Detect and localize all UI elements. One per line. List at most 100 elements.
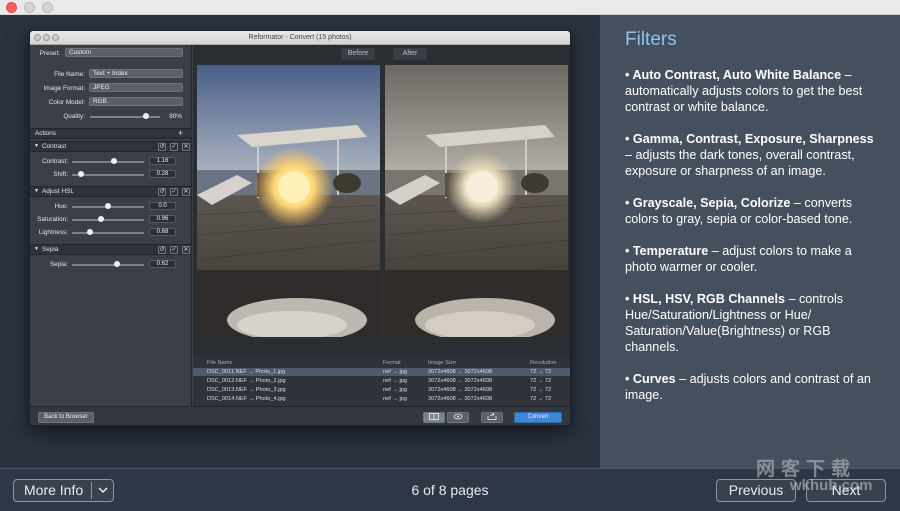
action-control-row: Sepia: 0.62 xyxy=(30,259,192,270)
control-value-stepper[interactable]: 0.28 xyxy=(149,170,176,178)
format-cell: nef → jpg xyxy=(383,378,407,384)
reset-icon[interactable]: ↺ xyxy=(158,143,166,151)
previous-button[interactable]: Previous xyxy=(716,479,796,502)
control-value-stepper[interactable]: 0.0 xyxy=(149,202,176,210)
app-titlebar: Reformator - Convert (15 photos) xyxy=(30,31,570,45)
control-label: Sepia: xyxy=(49,261,68,268)
before-photo xyxy=(197,65,380,337)
feature-item: • Auto Contrast, Auto White Balance – au… xyxy=(625,67,876,115)
enable-checkbox-icon[interactable]: ✓ xyxy=(170,188,178,196)
feature-title: • Gamma, Contrast, Exposure, Sharpness xyxy=(625,132,874,146)
action-section-header[interactable]: ▼ Adjust HSL ↺ ✓ ✕ xyxy=(30,186,192,197)
disclosure-triangle-icon[interactable]: ▼ xyxy=(34,143,39,149)
action-section-title: Contrast xyxy=(42,143,67,150)
control-slider[interactable] xyxy=(72,232,144,234)
control-slider[interactable] xyxy=(72,161,144,163)
resolution-cell: 72 → 72 xyxy=(530,369,552,375)
file-row[interactable]: DSC_0012.NEF → Photo_2.jpg nef → jpg 3072x… xyxy=(193,377,570,385)
reset-icon[interactable]: ↺ xyxy=(158,188,166,196)
enable-checkbox-icon[interactable]: ✓ xyxy=(170,143,178,151)
close-window-button[interactable] xyxy=(6,2,17,13)
quality-slider[interactable] xyxy=(90,116,160,118)
app-zoom-button[interactable] xyxy=(52,34,59,41)
app-close-button[interactable] xyxy=(34,34,41,41)
file-name-select[interactable]: Text + Index xyxy=(89,69,183,78)
feature-sidebar: Filters • Auto Contrast, Auto White Bala… xyxy=(600,15,900,468)
file-name-cell: DSC_0012.NEF → Photo_2.jpg xyxy=(207,378,286,384)
disclosure-triangle-icon[interactable]: ▼ xyxy=(34,188,39,194)
column-format[interactable]: Format xyxy=(383,359,401,367)
file-name-row: File Name: Text + Index xyxy=(30,69,192,80)
disclosure-triangle-icon[interactable]: ▼ xyxy=(34,246,39,252)
page-indicator: 6 of 8 pages xyxy=(411,482,489,498)
feature-list: • Auto Contrast, Auto White Balance – au… xyxy=(625,67,876,403)
control-value: 0.68 xyxy=(156,229,169,235)
action-control-row: Lightness: 0.68 xyxy=(30,227,192,238)
quality-slider-knob[interactable] xyxy=(143,113,149,119)
column-file-name[interactable]: File Name xyxy=(207,359,233,367)
control-slider-knob[interactable] xyxy=(87,229,93,235)
control-slider[interactable] xyxy=(72,219,144,221)
remove-icon[interactable]: ✕ xyxy=(182,188,190,196)
control-value-stepper[interactable]: 1.16 xyxy=(149,157,176,165)
feature-title: • HSL, HSV, RGB Channels xyxy=(625,292,785,306)
feature-item: • Curves – adjusts colors and contrast o… xyxy=(625,371,876,403)
split-view-icon xyxy=(429,413,439,420)
action-section-title: Adjust HSL xyxy=(42,188,74,195)
enable-checkbox-icon[interactable]: ✓ xyxy=(170,246,178,254)
color-model-select[interactable]: RGB xyxy=(89,97,183,106)
control-slider-knob[interactable] xyxy=(77,171,84,177)
settings-panel: Preset: Custom File Name: Text + Index I… xyxy=(30,45,192,406)
reset-icon[interactable]: ↺ xyxy=(158,246,166,254)
control-value: 0.96 xyxy=(156,216,169,222)
chevron-down-icon[interactable] xyxy=(97,480,109,506)
preset-select[interactable]: Custom xyxy=(65,48,183,57)
image-size-cell: 3072x4608 → 3072x4608 xyxy=(428,369,493,375)
control-label: Lightness: xyxy=(38,229,68,236)
control-label: Contrast: xyxy=(42,158,68,165)
after-photo xyxy=(385,65,568,337)
feature-description: – adjusts the dark tones, overall contra… xyxy=(625,148,855,178)
action-section-header[interactable]: ▼ Contrast ↺ ✓ ✕ xyxy=(30,141,192,152)
quality-label: Quality: xyxy=(63,113,85,120)
preview-toggle-button[interactable] xyxy=(447,412,469,423)
control-label: Saturation: xyxy=(37,216,68,223)
remove-icon[interactable]: ✕ xyxy=(182,246,190,254)
preset-label: Preset: xyxy=(39,50,60,57)
action-section-header[interactable]: ▼ Sepia ↺ ✓ ✕ xyxy=(30,244,192,255)
control-value-stepper[interactable]: 0.68 xyxy=(149,228,176,236)
control-slider[interactable] xyxy=(72,264,144,266)
more-info-button[interactable]: More Info xyxy=(13,479,114,502)
resolution-cell: 72 → 72 xyxy=(530,387,552,393)
file-row[interactable]: DSC_0011.NEF → Photo_1.jpg nef → jpg 3072x… xyxy=(193,368,570,376)
control-slider-knob[interactable] xyxy=(113,261,120,267)
feature-title: • Auto Contrast, Auto White Balance xyxy=(625,68,842,82)
back-to-browser-button[interactable]: Back to Browser xyxy=(38,412,94,423)
column-image-size[interactable]: Image Size xyxy=(428,359,456,367)
image-format-select[interactable]: JPEG xyxy=(89,83,183,92)
minimize-window-button[interactable] xyxy=(24,2,35,13)
file-name-cell: DSC_0013.NEF → Photo_3.jpg xyxy=(207,387,286,393)
add-action-button[interactable]: + xyxy=(178,128,183,138)
control-value-stepper[interactable]: 0.62 xyxy=(149,260,176,268)
tour-window: Reformator - Convert (15 photos) Preset:… xyxy=(0,0,900,511)
convert-button[interactable]: Convert xyxy=(514,412,562,423)
control-slider-knob[interactable] xyxy=(110,158,117,164)
file-row[interactable]: DSC_0013.NEF → Photo_3.jpg nef → jpg 3072x… xyxy=(193,386,570,394)
file-row[interactable]: DSC_0014.NEF → Photo_4.jpg nef → jpg 3072x… xyxy=(193,395,570,403)
zoom-window-button[interactable] xyxy=(42,2,53,13)
feature-title: • Curves xyxy=(625,372,676,386)
share-button[interactable] xyxy=(481,412,503,423)
window-titlebar xyxy=(0,0,900,15)
control-value-stepper[interactable]: 0.96 xyxy=(149,215,176,223)
file-list-header: File Name Format Image Size Resolution xyxy=(193,359,570,367)
control-slider-knob[interactable] xyxy=(105,203,111,209)
share-icon xyxy=(487,413,497,420)
control-slider-knob[interactable] xyxy=(97,216,104,222)
app-minimize-button[interactable] xyxy=(43,34,50,41)
preset-row: Preset: Custom xyxy=(30,48,192,59)
remove-icon[interactable]: ✕ xyxy=(182,143,190,151)
split-view-button[interactable] xyxy=(423,412,445,423)
column-resolution[interactable]: Resolution xyxy=(530,359,556,367)
feature-item: • HSL, HSV, RGB Channels – controls Hue/… xyxy=(625,291,876,355)
